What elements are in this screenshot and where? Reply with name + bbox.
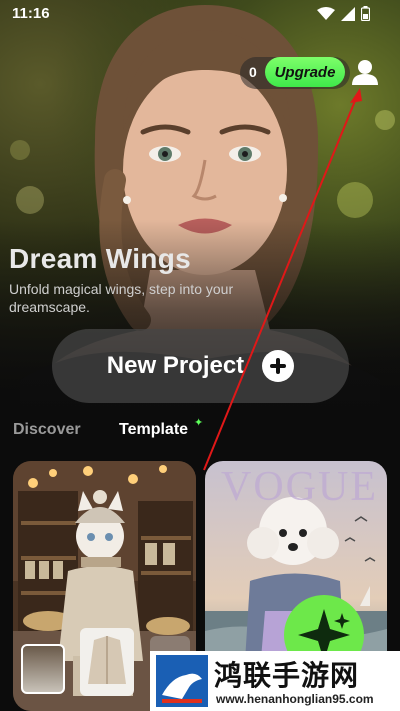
status-time: 11:16 — [12, 5, 50, 22]
upgrade-button[interactable]: Upgrade — [265, 57, 345, 87]
thumbnail-coat[interactable] — [80, 628, 134, 696]
hero-title: Dream Wings — [9, 243, 191, 274]
watermark-logo — [156, 655, 208, 707]
app-screen: 11:16 0 Upgrade Dream Wings Unfold magic… — [0, 0, 400, 711]
signal-icon — [341, 6, 355, 21]
magazine-title: VOGUE — [221, 464, 378, 510]
new-project-button[interactable]: New Project — [52, 329, 349, 403]
horse-logo-icon — [156, 655, 208, 707]
user-icon[interactable] — [351, 58, 379, 86]
plus-circle-icon — [262, 350, 295, 382]
watermark-url: www.henanhonglian95.com — [216, 692, 374, 706]
hero-subtitle: Unfold magical wings, step into your dre… — [9, 281, 234, 315]
coat-icon — [88, 636, 126, 684]
new-project-label: New Project — [106, 352, 245, 379]
tab-template[interactable]: Template — [119, 421, 188, 439]
watermark-title: 鸿联手游网 — [214, 660, 360, 691]
wifi-icon — [317, 6, 335, 20]
credit-count: 0 — [249, 64, 257, 80]
tab-discover[interactable]: Discover — [13, 421, 81, 439]
battery-icon — [361, 6, 370, 21]
status-icons — [317, 6, 370, 21]
status-bar: 11:16 — [0, 0, 400, 28]
sparkle-icon: ✦ — [194, 417, 204, 429]
watermark-banner: 鸿联手游网 www.henanhonglian95.com — [150, 651, 400, 711]
thumbnail-selected[interactable] — [21, 644, 65, 694]
